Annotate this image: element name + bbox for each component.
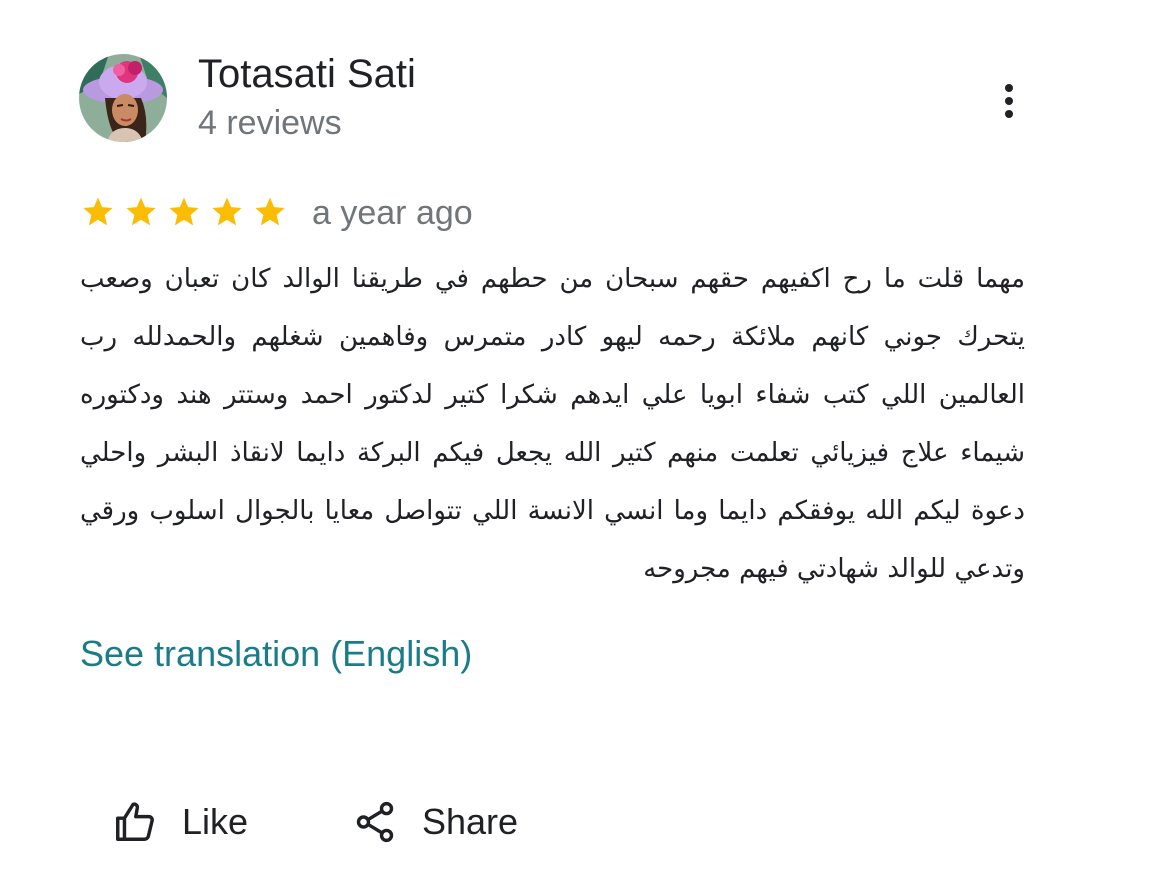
like-label: Like <box>182 801 249 842</box>
share-button[interactable]: Share <box>352 796 518 848</box>
reviewer-name[interactable]: Totasati Sati <box>198 50 416 98</box>
star-icon <box>169 197 199 226</box>
review-card: Totasati Sati 4 reviews a year ago مهما … <box>0 0 1170 890</box>
review-count[interactable]: 4 reviews <box>198 103 342 143</box>
star-icon <box>83 197 113 226</box>
see-translation-link[interactable]: See translation (English) <box>80 632 472 676</box>
star-icon <box>255 197 285 226</box>
review-text: مهما قلت ما رح اكفيهم حقهم سبحان من حطهم… <box>80 264 1025 584</box>
avatar[interactable] <box>79 54 167 142</box>
thumb-up-icon <box>116 802 154 841</box>
avatar-woman-hat-icon <box>79 54 167 142</box>
share-label: Share <box>422 801 519 842</box>
star-rating <box>80 194 295 230</box>
share-icon <box>356 801 394 843</box>
more-options-button[interactable] <box>988 78 1030 124</box>
like-button[interactable]: Like <box>112 796 248 848</box>
star-icon <box>212 197 242 226</box>
review-time: a year ago <box>312 194 473 232</box>
star-icon <box>126 197 156 226</box>
